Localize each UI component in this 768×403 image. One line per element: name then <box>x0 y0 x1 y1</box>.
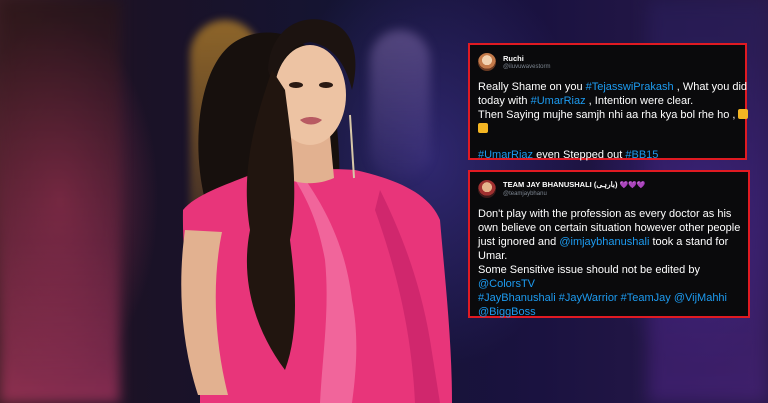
tweet-text-line: Then Saying mujhe samjh nhi aa rha kya b… <box>478 108 749 122</box>
avatar <box>478 180 496 198</box>
tweet-text-line: #UmarRiaz even Stepped out #BB15 <box>478 149 659 161</box>
tweet-text-line: Really Shame on you #TejasswiPrakash , W… <box>478 81 748 93</box>
tweet-text-line: Some Sensitive issue should not be edite… <box>478 264 700 276</box>
tweet-text-line: today with #UmarRiaz , Intention were cl… <box>478 95 694 107</box>
tweet-header: Ruchi @iluvuwavestorm <box>478 50 737 74</box>
tweet-text-line <box>478 122 737 136</box>
hashtag: #TejasswiPrakash <box>585 81 674 93</box>
thumbs-down-icon <box>738 109 749 119</box>
tweet-author-handle: @teamjaybhanu <box>503 191 547 197</box>
avatar <box>478 53 496 71</box>
hashtag: #UmarRiaz <box>478 149 534 161</box>
tweet-text-line: own believe on certain situation however… <box>478 222 741 234</box>
tweet-author-name: TEAM JAY BHANUSHALI (بارہی) 💜💜💜 <box>503 180 646 189</box>
mention: @imjaybhanushali <box>559 236 650 248</box>
hashtag: #UmarRiaz <box>530 95 586 107</box>
tweet-card: TEAM JAY BHANUSHALI (بارہی) 💜💜💜 @teamjayb… <box>468 170 750 318</box>
tweet-header: TEAM JAY BHANUSHALI (بارہی) 💜💜💜 @teamjayb… <box>478 177 740 201</box>
tweet-card: Ruchi @iluvuwavestorm Really Shame on yo… <box>468 43 749 162</box>
mention: @ColorsTV <box>478 278 536 290</box>
photo-background: Ruchi @iluvuwavestorm Really Shame on yo… <box>0 0 768 403</box>
tweet-author-name: Ruchi <box>503 53 524 63</box>
hashtag: #BB15 <box>625 149 659 161</box>
tweet-author-handle: @iluvuwavestorm <box>503 63 551 70</box>
tweet-body: Don't play with the profession as every … <box>478 207 740 319</box>
mention: @BiggBoss <box>478 306 536 318</box>
tweet-text-line: Umar. <box>478 250 508 262</box>
tweet-text-line: Don't play with the profession as every … <box>478 208 732 220</box>
hashtags: #JayBhanushali #JayWarrior #TeamJay @Vij… <box>478 292 727 304</box>
tweet-body: Really Shame on you #TejasswiPrakash , W… <box>478 80 749 162</box>
tweet-text-line: just ignored and @imjaybhanushali took a… <box>478 236 729 248</box>
thumbs-down-icon <box>478 123 488 133</box>
purple-heart-icon: 💜💜💜 <box>619 182 646 189</box>
